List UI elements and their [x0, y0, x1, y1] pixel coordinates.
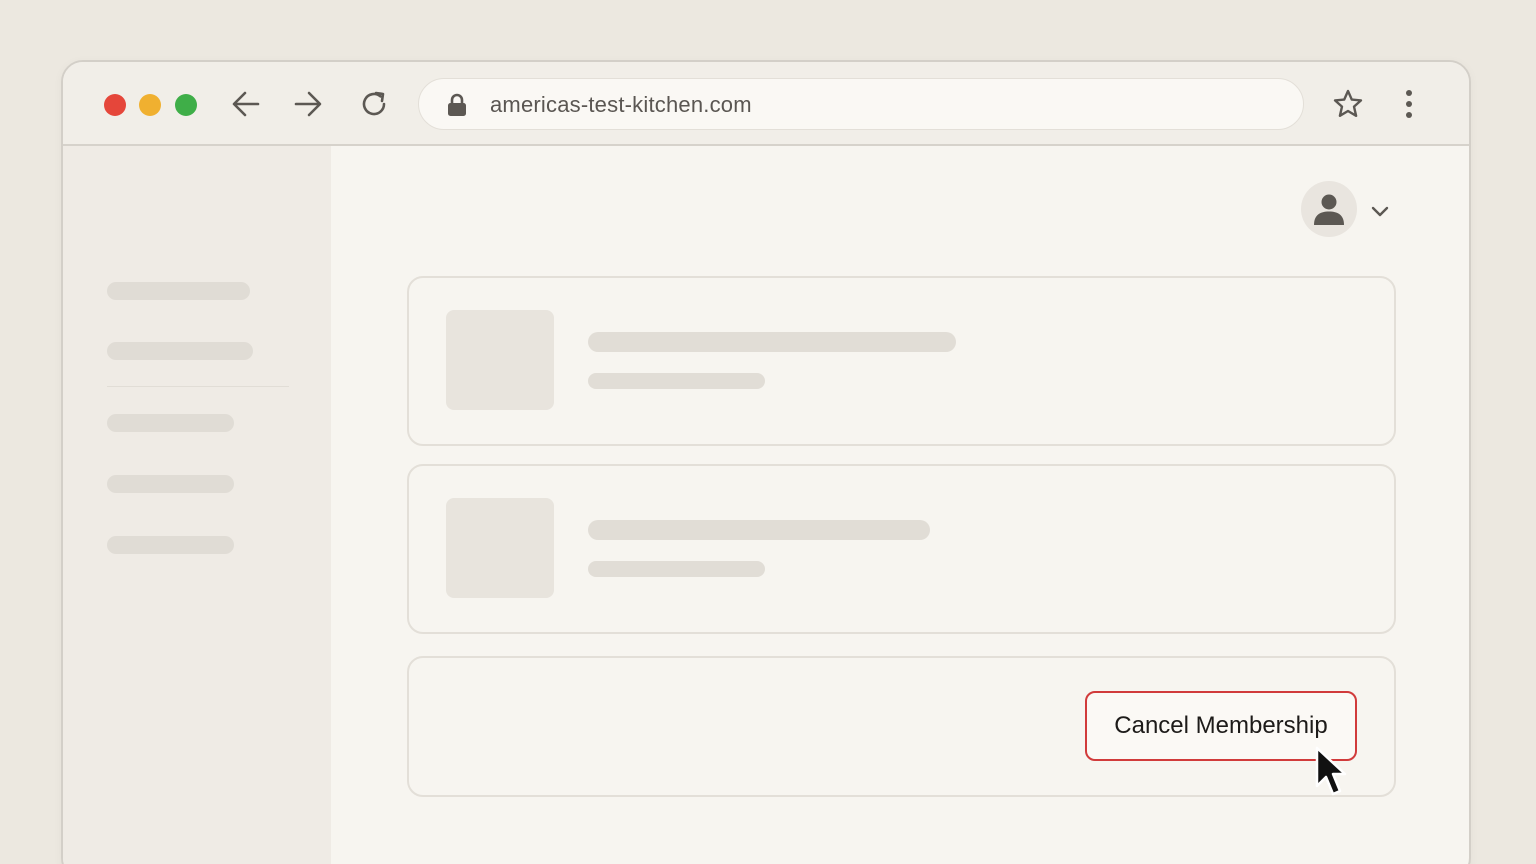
sidebar-item-placeholder	[107, 342, 253, 360]
arrow-right-icon	[294, 91, 322, 117]
sidebar-item-placeholder	[107, 282, 250, 300]
sidebar-item-placeholder	[107, 414, 234, 432]
browser-toolbar: americas-test-kitchen.com	[63, 62, 1469, 146]
browser-menu-button[interactable]	[1397, 86, 1421, 122]
back-button[interactable]	[228, 86, 264, 122]
arrow-left-icon	[232, 91, 260, 117]
kebab-menu-icon	[1406, 90, 1412, 118]
address-bar[interactable]: americas-test-kitchen.com	[418, 78, 1304, 130]
user-icon	[1314, 194, 1344, 225]
sidebar	[63, 146, 331, 864]
sidebar-divider	[107, 386, 289, 387]
thumbnail-placeholder	[446, 498, 554, 598]
content-card-placeholder	[407, 464, 1396, 634]
title-line-placeholder	[588, 520, 930, 540]
account-avatar-button[interactable]	[1301, 181, 1357, 237]
url-text: americas-test-kitchen.com	[490, 92, 752, 117]
mouse-pointer-icon	[1315, 746, 1347, 796]
subtitle-line-placeholder	[588, 561, 765, 577]
sidebar-item-placeholder	[107, 475, 234, 493]
forward-button[interactable]	[290, 86, 326, 122]
content-card-placeholder	[407, 276, 1396, 446]
reload-icon	[362, 91, 386, 116]
maximize-window-button[interactable]	[175, 94, 197, 116]
lock-icon	[448, 93, 466, 116]
thumbnail-placeholder	[446, 310, 554, 410]
bookmark-button[interactable]	[1330, 86, 1366, 122]
title-line-placeholder	[588, 332, 956, 352]
reload-button[interactable]	[356, 86, 392, 122]
subtitle-line-placeholder	[588, 373, 765, 389]
star-icon	[1333, 89, 1363, 117]
sidebar-item-placeholder	[107, 536, 234, 554]
close-window-button[interactable]	[104, 94, 126, 116]
browser-window: americas-test-kitchen.com Cancel Members…	[61, 60, 1471, 864]
chevron-down-icon[interactable]	[1369, 200, 1391, 222]
membership-card: Cancel Membership	[407, 656, 1396, 797]
minimize-window-button[interactable]	[139, 94, 161, 116]
